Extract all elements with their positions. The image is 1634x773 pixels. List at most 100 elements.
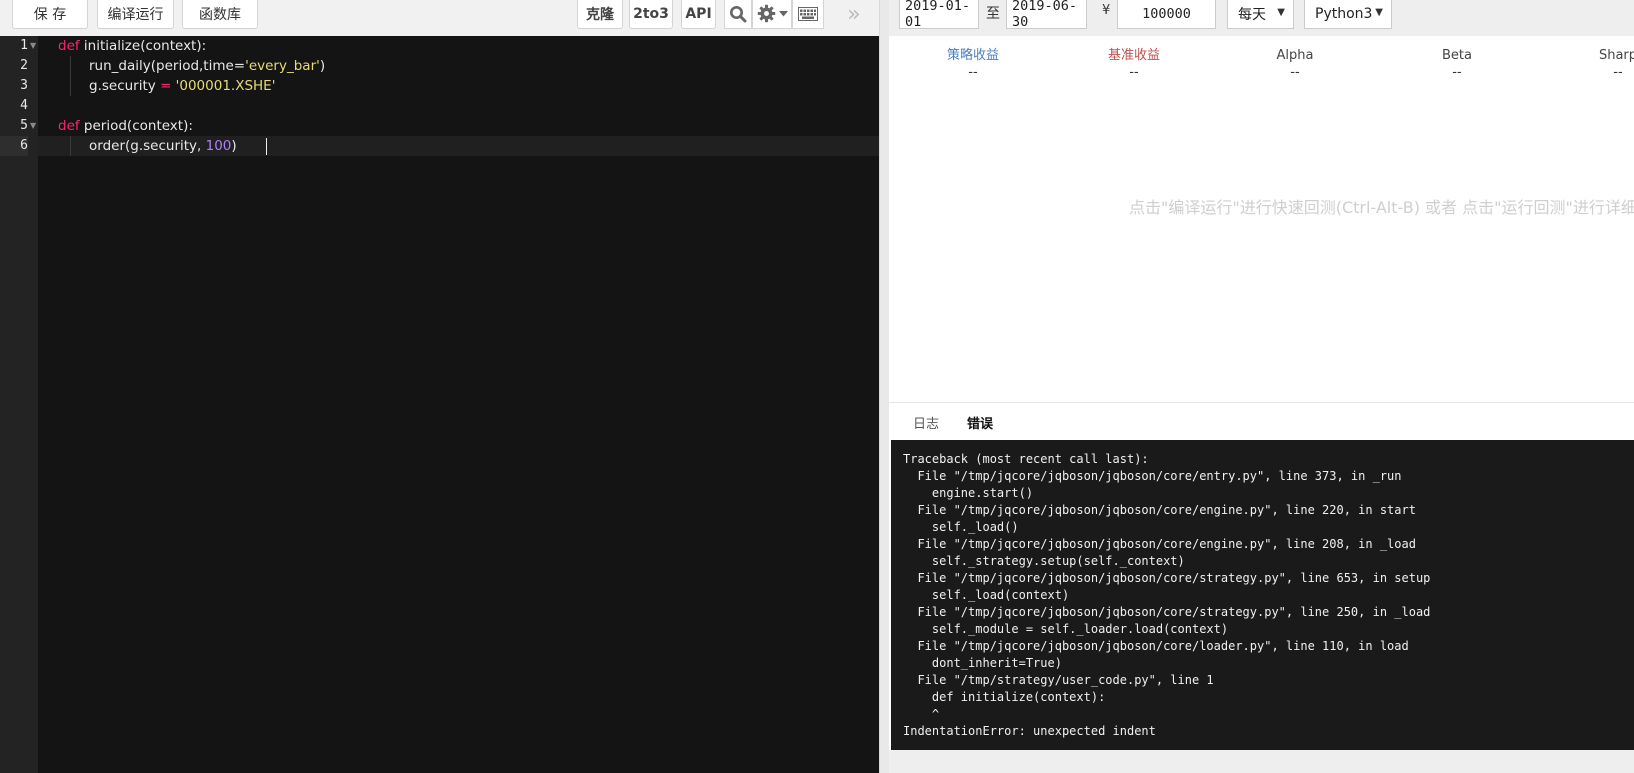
metric-sharpe: Sharp -- <box>1543 47 1634 81</box>
error-log-panel: Traceback (most recent call last): File … <box>891 440 1634 750</box>
log-line: File "/tmp/jqcore/jqboson/jqboson/core/s… <box>903 605 1431 619</box>
api-button[interactable]: API <box>681 0 716 29</box>
metric-label: Alpha <box>1276 48 1314 63</box>
capital-input[interactable]: 100000 <box>1117 0 1216 29</box>
tab-log[interactable]: 日志 <box>913 413 939 432</box>
log-line: engine.start() <box>903 486 1034 500</box>
metric-label: Sharp <box>1598 48 1634 63</box>
2to3-button[interactable]: 2to3 <box>629 0 673 29</box>
log-line: dont_inherit=True) <box>903 656 1062 670</box>
log-line: File "/tmp/jqcore/jqboson/jqboson/core/e… <box>903 537 1416 551</box>
code-line-1: def initialize(context): <box>58 36 206 56</box>
code-text: period(context): <box>79 118 193 134</box>
log-line: ^ <box>903 707 940 721</box>
line-number: 5 <box>20 118 28 133</box>
code-operator: = <box>160 78 172 94</box>
indent-guide <box>70 136 71 156</box>
log-line: self._module = self._loader.load(context… <box>903 622 1229 636</box>
pane-splitter[interactable] <box>879 0 889 773</box>
metric-strategy-return: 策略收益 -- <box>898 47 1048 81</box>
metric-value: -- <box>1129 65 1139 80</box>
metric-label: 策略收益 <box>946 48 999 63</box>
log-line: self._load() <box>903 520 1019 534</box>
frequency-value: 每天 <box>1238 6 1266 23</box>
log-line: def initialize(context): <box>903 690 1106 704</box>
metric-value: -- <box>1290 65 1300 80</box>
log-line: Traceback (most recent call last): <box>903 452 1149 466</box>
gear-icon <box>757 4 775 23</box>
expand-panel-button[interactable]: » <box>842 1 866 27</box>
log-line: File "/tmp/jqcore/jqboson/jqboson/core/e… <box>903 503 1416 517</box>
code-text: g.security <box>89 78 161 94</box>
indent-guide <box>70 76 71 96</box>
code-text: ) <box>231 138 237 154</box>
code-text: run_daily(period,time= <box>89 58 246 74</box>
end-date-input[interactable]: 2019-06-30 <box>1006 0 1087 30</box>
tab-error[interactable]: 错误 <box>967 413 993 432</box>
python-version-select[interactable]: Python3 ▼ <box>1304 0 1392 29</box>
metric-value: -- <box>1452 65 1462 80</box>
log-line: self._load(context) <box>903 588 1070 602</box>
code-line-6: order(g.security, 100) <box>89 136 237 156</box>
code-string: '000001.XSHE' <box>171 78 276 94</box>
backtest-params-bar: 2019-01-01 至 2019-06-30 ¥ 100000 每天 ▼ Py… <box>889 0 1634 36</box>
bottom-strip <box>889 750 1634 773</box>
clone-button[interactable]: 克隆 <box>577 0 623 29</box>
log-line: File "/tmp/jqcore/jqboson/jqboson/core/e… <box>903 469 1402 483</box>
keyboard-shortcuts-button[interactable] <box>792 0 824 29</box>
settings-button[interactable] <box>752 0 792 29</box>
chevron-down-icon <box>778 10 788 16</box>
line-number: 2 <box>20 58 28 73</box>
editor-pane: 保 存 编译运行 函数库 克隆 2to3 API » 1 ▼ 2 3 4 5 ▼… <box>0 0 879 773</box>
line-number: 3 <box>20 78 28 93</box>
line-number: 1 <box>20 38 28 53</box>
function-library-button[interactable]: 函数库 <box>182 0 258 29</box>
log-line: File "/tmp/jqcore/jqboson/jqboson/core/s… <box>903 571 1431 585</box>
text-cursor <box>266 138 267 155</box>
code-line-2: run_daily(period,time='every_bar') <box>89 56 325 76</box>
metric-beta: Beta -- <box>1382 47 1532 81</box>
frequency-select[interactable]: 每天 ▼ <box>1227 0 1294 29</box>
code-text: order(g.security, <box>89 138 206 154</box>
metric-value: -- <box>968 65 978 80</box>
backtest-hint-text: 点击"编译运行"进行快速回测(Ctrl-Alt-B) 或者 点击"运行回测"进行… <box>1129 198 1634 217</box>
code-keyword: def <box>58 38 80 54</box>
code-line-5: def period(context): <box>58 116 193 136</box>
line-number-gutter: 1 ▼ 2 3 4 5 ▼ 6 <box>0 36 38 773</box>
search-button[interactable] <box>724 0 752 29</box>
app-root: 保 存 编译运行 函数库 克隆 2to3 API » 1 ▼ 2 3 4 5 ▼… <box>0 0 1634 773</box>
code-line-3: g.security = '000001.XSHE' <box>89 76 275 96</box>
fold-arrow-icon[interactable]: ▼ <box>30 36 38 56</box>
metrics-panel: 策略收益 -- 基准收益 -- Alpha -- Beta -- Sharp -… <box>889 36 1634 402</box>
save-button[interactable]: 保 存 <box>12 0 88 29</box>
metric-label: 基准收益 <box>1107 48 1160 63</box>
line-number: 4 <box>20 98 28 113</box>
date-range-separator: 至 <box>986 6 1000 22</box>
code-number: 100 <box>205 138 232 154</box>
log-line: File "/tmp/strategy/user_code.py", line … <box>903 673 1214 687</box>
double-chevron-right-icon: » <box>847 1 861 27</box>
code-keyword: def <box>58 118 80 134</box>
start-date-input[interactable]: 2019-01-01 <box>899 0 979 30</box>
metric-benchmark-return: 基准收益 -- <box>1059 47 1209 81</box>
search-icon <box>730 5 747 22</box>
caret-down-icon: ▼ <box>1375 7 1383 18</box>
code-editor[interactable]: 1 ▼ 2 3 4 5 ▼ 6 def initialize(context):… <box>0 36 879 773</box>
output-tabs: 日志 错误 <box>889 402 1634 440</box>
indent-guide <box>70 56 71 76</box>
code-text: initialize(context): <box>79 38 207 54</box>
metric-value: -- <box>1613 65 1623 80</box>
metric-label: Beta <box>1442 48 1472 63</box>
editor-toolbar: 保 存 编译运行 函数库 克隆 2to3 API » <box>0 0 879 36</box>
log-line: IndentationError: unexpected indent <box>903 724 1156 738</box>
keyboard-icon <box>798 6 818 21</box>
backtest-pane: 2019-01-01 至 2019-06-30 ¥ 100000 每天 ▼ Py… <box>889 0 1634 773</box>
log-line: self._strategy.setup(self._context) <box>903 554 1185 568</box>
compile-run-button[interactable]: 编译运行 <box>97 0 174 29</box>
caret-down-icon: ▼ <box>1277 7 1285 18</box>
log-line: File "/tmp/jqcore/jqboson/jqboson/core/l… <box>903 639 1409 653</box>
metric-alpha: Alpha -- <box>1220 47 1370 81</box>
fold-arrow-icon[interactable]: ▼ <box>30 116 38 136</box>
code-string: 'every_bar' <box>245 58 320 74</box>
line-number-active: 6 <box>0 136 28 156</box>
